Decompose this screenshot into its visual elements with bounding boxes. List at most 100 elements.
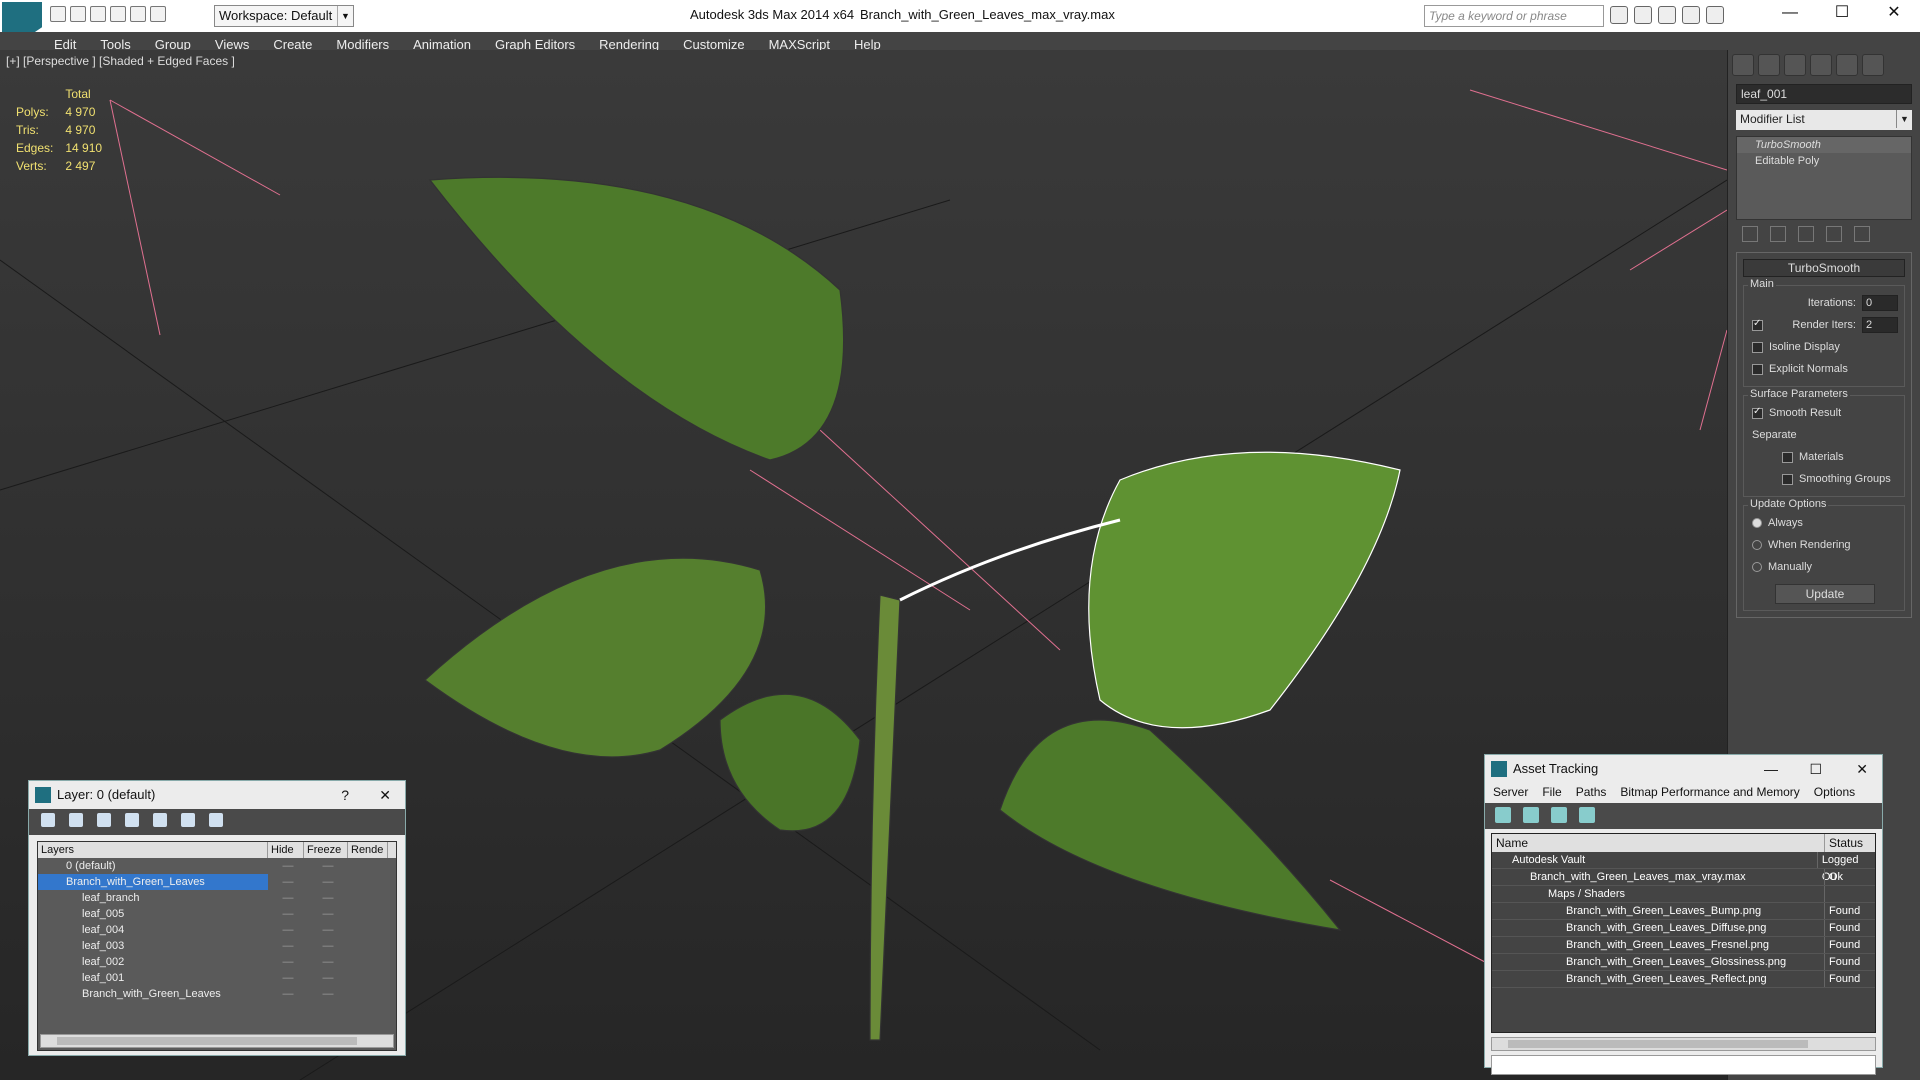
show-end-result-icon[interactable] xyxy=(1770,226,1786,242)
highlight-layer-icon[interactable] xyxy=(153,813,167,827)
workspace-dropdown[interactable]: Workspace: Default ▼ xyxy=(214,5,354,27)
layer-row[interactable]: leaf_branch xyxy=(38,890,268,906)
delete-layer-icon[interactable] xyxy=(69,813,83,827)
configure-sets-icon[interactable] xyxy=(1854,226,1870,242)
iterations-spinner[interactable]: 0 xyxy=(1862,295,1898,311)
layer-row[interactable]: leaf_001 xyxy=(38,970,268,986)
minimize-icon[interactable]: — xyxy=(1764,0,1816,28)
explicit-normals-label: Explicit Normals xyxy=(1769,363,1848,375)
stat-label: Edges: xyxy=(16,141,54,155)
menu-bitmap-performance[interactable]: Bitmap Performance and Memory xyxy=(1620,785,1799,801)
stack-item-editable-poly[interactable]: Editable Poly xyxy=(1737,153,1911,169)
asset-row-name[interactable]: Autodesk Vault xyxy=(1492,852,1818,868)
utilities-tab-icon[interactable] xyxy=(1862,54,1884,76)
layer-row[interactable]: 0 (default) xyxy=(38,858,268,874)
rollout-header[interactable]: TurboSmooth xyxy=(1743,259,1905,277)
project-folder-icon[interactable] xyxy=(150,6,166,22)
help-icon[interactable]: ? xyxy=(341,781,349,809)
when-rendering-radio[interactable] xyxy=(1752,540,1762,550)
display-tab-icon[interactable] xyxy=(1836,54,1858,76)
freeze-all-icon[interactable] xyxy=(209,813,223,827)
smoothing-groups-checkbox[interactable] xyxy=(1782,473,1793,485)
help-icon[interactable] xyxy=(1706,6,1724,24)
new-file-icon[interactable] xyxy=(50,6,66,22)
asset-row-name[interactable]: Branch_with_Green_Leaves_Diffuse.png xyxy=(1492,920,1825,936)
create-tab-icon[interactable] xyxy=(1732,54,1754,76)
asset-row-name[interactable]: Maps / Shaders xyxy=(1492,886,1825,902)
table-view-icon[interactable] xyxy=(1579,807,1595,823)
hierarchy-tab-icon[interactable] xyxy=(1784,54,1806,76)
layer-row[interactable]: leaf_003 xyxy=(38,938,268,954)
new-layer-icon[interactable] xyxy=(41,813,55,827)
thumbnail-view-icon[interactable] xyxy=(1551,807,1567,823)
horizontal-scrollbar[interactable] xyxy=(1491,1037,1876,1051)
asset-row-name[interactable]: Branch_with_Green_Leaves_Glossiness.png xyxy=(1492,954,1825,970)
layer-row[interactable]: Branch_with_Green_Leaves xyxy=(38,874,268,890)
minimize-icon[interactable]: — xyxy=(1764,755,1778,783)
menu-file[interactable]: File xyxy=(1542,785,1561,801)
list-view-icon[interactable] xyxy=(1523,807,1539,823)
make-unique-icon[interactable] xyxy=(1798,226,1814,242)
smooth-result-checkbox[interactable] xyxy=(1752,406,1763,419)
stat-value: 14 910 xyxy=(65,141,103,155)
col-status[interactable]: Status xyxy=(1825,834,1863,852)
close-icon[interactable]: ✕ xyxy=(1868,0,1920,28)
stack-item-turbosmooth[interactable]: TurboSmooth xyxy=(1737,137,1911,153)
save-icon[interactable] xyxy=(90,6,106,22)
remove-modifier-icon[interactable] xyxy=(1826,226,1842,242)
menu-paths[interactable]: Paths xyxy=(1576,785,1607,801)
select-in-layer-icon[interactable] xyxy=(125,813,139,827)
tools-icon[interactable] xyxy=(1658,6,1676,24)
modify-tab-icon[interactable] xyxy=(1758,54,1780,76)
manually-radio[interactable] xyxy=(1752,562,1762,572)
col-render[interactable]: Rende xyxy=(348,842,388,858)
col-name[interactable]: Name xyxy=(1492,834,1825,852)
layer-row[interactable]: Branch_with_Green_Leaves xyxy=(38,986,268,1002)
refresh-icon[interactable] xyxy=(1495,807,1511,823)
object-name-field[interactable]: leaf_001 xyxy=(1736,84,1912,104)
materials-checkbox[interactable] xyxy=(1782,451,1793,463)
layer-row[interactable]: leaf_002 xyxy=(38,954,268,970)
layer-row[interactable]: leaf_005 xyxy=(38,906,268,922)
search-input[interactable]: Type a keyword or phrase xyxy=(1424,5,1604,27)
app-logo-icon xyxy=(1491,761,1507,777)
asset-row-status: Found xyxy=(1829,922,1861,934)
undo-icon[interactable] xyxy=(110,6,126,22)
hide-all-icon[interactable] xyxy=(181,813,195,827)
asset-row-name[interactable]: Branch_with_Green_Leaves_Reflect.png xyxy=(1492,971,1825,987)
asset-row-name[interactable]: Branch_with_Green_Leaves_max_vray.max xyxy=(1492,869,1825,885)
group-update-label: Update Options xyxy=(1748,498,1829,510)
horizontal-scrollbar[interactable] xyxy=(40,1034,394,1048)
always-radio[interactable] xyxy=(1752,518,1762,528)
group-main-label: Main xyxy=(1748,278,1776,290)
update-button[interactable]: Update xyxy=(1775,584,1875,604)
pin-stack-icon[interactable] xyxy=(1742,226,1758,242)
maximize-icon[interactable]: ☐ xyxy=(1816,0,1868,28)
render-iters-spinner[interactable]: 2 xyxy=(1862,317,1898,333)
col-layers[interactable]: Layers xyxy=(38,842,268,858)
stat-label: Polys: xyxy=(16,105,49,119)
asset-row-name[interactable]: Branch_with_Green_Leaves_Bump.png xyxy=(1492,903,1825,919)
stats-overlay: Total Polys: 4 970 Tris: 4 970 Edges: 14 91… xyxy=(14,84,114,176)
maximize-icon[interactable]: ☐ xyxy=(1809,755,1822,783)
binoculars-icon[interactable] xyxy=(1610,6,1628,24)
render-iters-checkbox[interactable] xyxy=(1752,318,1763,331)
viewport-label[interactable]: [+] [Perspective ] [Shaded + Edged Faces… xyxy=(6,54,235,68)
isoline-checkbox[interactable] xyxy=(1752,341,1763,353)
close-icon[interactable]: ✕ xyxy=(1856,755,1868,783)
add-to-layer-icon[interactable] xyxy=(97,813,111,827)
key-icon[interactable] xyxy=(1634,6,1652,24)
open-file-icon[interactable] xyxy=(70,6,86,22)
col-hide[interactable]: Hide xyxy=(268,842,304,858)
layer-row[interactable]: leaf_004 xyxy=(38,922,268,938)
star-icon[interactable] xyxy=(1682,6,1700,24)
close-icon[interactable]: ✕ xyxy=(379,781,391,809)
menu-options[interactable]: Options xyxy=(1814,785,1855,801)
redo-icon[interactable] xyxy=(130,6,146,22)
explicit-normals-checkbox[interactable] xyxy=(1752,363,1763,375)
asset-row-name[interactable]: Branch_with_Green_Leaves_Fresnel.png xyxy=(1492,937,1825,953)
menu-server[interactable]: Server xyxy=(1493,785,1528,801)
motion-tab-icon[interactable] xyxy=(1810,54,1832,76)
modifier-list-dropdown[interactable]: Modifier List ▼ xyxy=(1736,110,1912,130)
col-freeze[interactable]: Freeze xyxy=(304,842,348,858)
